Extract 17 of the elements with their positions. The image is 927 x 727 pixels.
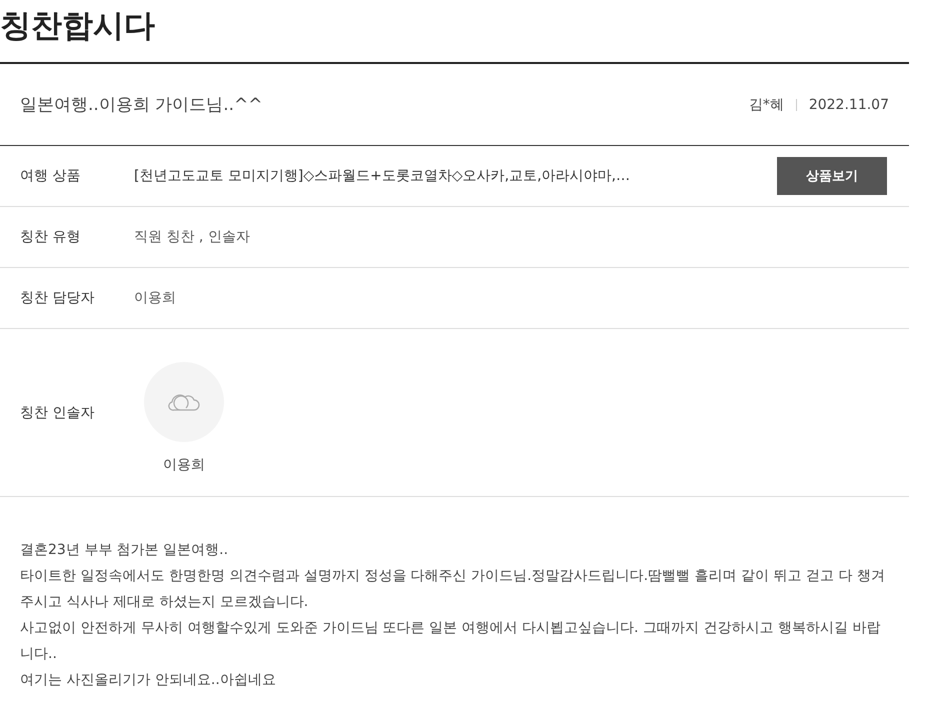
field-label: 여행 상품 — [20, 167, 82, 185]
field-label: 칭찬 담당자 — [20, 289, 96, 307]
field-value: 직원 칭찬 , 인솔자 — [134, 228, 251, 246]
post-title: 일본여행..이용희 가이드님..^^ — [20, 94, 263, 116]
body-paragraph: 타이트한 일정속에서도 한명한명 의견수렴과 설명까지 정성을 다해주신 가이드님.정말감사드립니다.땀뻘뻘 흘리며 같이 뛰고 걷고 다 챙겨주시고 식사나 제대로 하셨는지 모르겠습니다. — [20, 567, 886, 612]
product-name: [천년고도교토 모미지기행]◇스파월드+도롯코열차◇오사카,교토,아라시야마,… — [134, 167, 631, 185]
field-label: 칭찬 유형 — [20, 228, 82, 246]
field-value: 이용희 — [134, 289, 177, 307]
guide-name: 이용희 — [163, 456, 205, 474]
body-paragraph: 여기는 사진올리기가 안되네요..아쉽네요 — [20, 671, 277, 690]
view-product-button[interactable]: 상품보기 — [777, 157, 887, 195]
post-date: 2022.11.07 — [808, 96, 889, 112]
page-title: 칭찬합시다 — [0, 0, 909, 64]
body-paragraph: 결혼23년 부부 첨가본 일본여행.. — [20, 541, 230, 560]
field-label: 칭찬 인솔자 — [20, 404, 96, 422]
body-paragraph: 사고없이 안전하게 무사히 여행할수있게 도와준 가이드님 또다른 일본 여행에서 다시뵙고싶습니다. 그때까지 건강하시고 행복하시길 바랍니다.. — [20, 619, 882, 664]
author-name: 김*혜 — [748, 96, 784, 114]
